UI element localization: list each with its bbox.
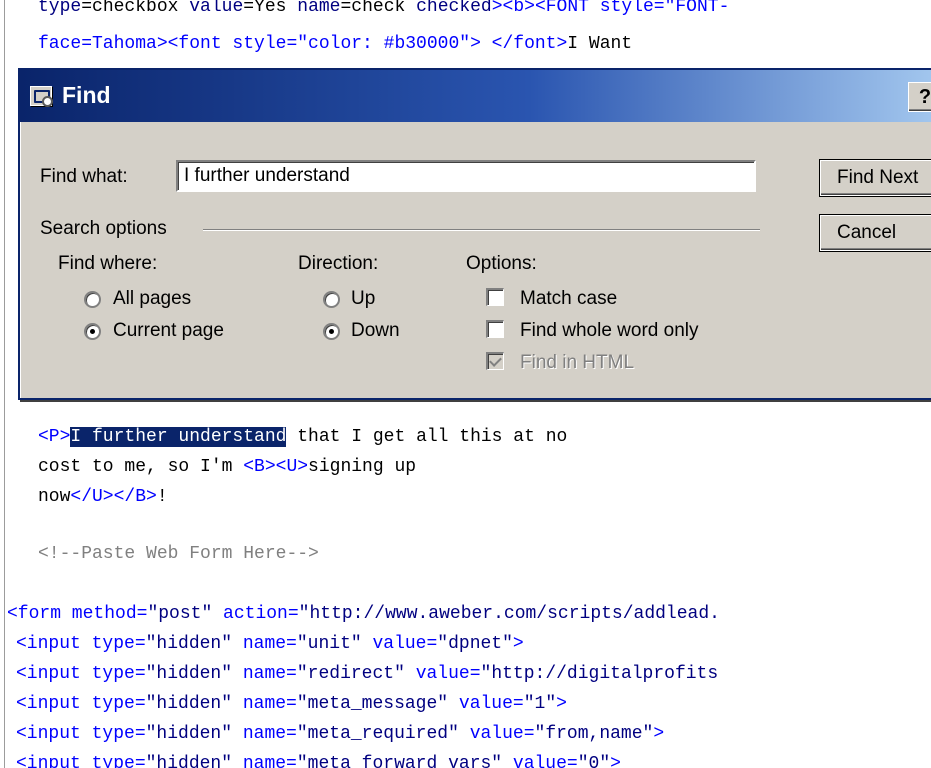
dialog-title: Find [62,82,111,108]
code-token: name= [232,664,297,684]
direction-down-label[interactable]: Down [351,320,400,342]
code-line: <!--Paste Web Form Here--> [38,543,319,565]
direction-up-label[interactable]: Up [351,288,375,310]
code-token: =Yes [243,0,298,17]
help-button[interactable]: ? [908,82,931,112]
code-token: <input type= [16,634,146,654]
whole-word-checkbox[interactable] [486,320,504,338]
code-token: value= [458,724,535,744]
code-line: cost to me, so I'm <B><U>signing up [38,456,416,478]
code-token: =check [340,0,417,17]
code-token: value= [361,634,438,654]
code-token: <input type= [16,724,146,744]
code-token: <input type= [16,664,146,684]
code-token: > [610,754,621,768]
match-case-checkbox[interactable] [486,288,504,306]
code-token: action= [212,604,299,624]
find-what-input[interactable] [176,160,756,192]
code-token: name= [232,724,297,744]
code-line: <input type="hidden" name="meta_forward_… [16,753,621,768]
find-where-all-pages-label[interactable]: All pages [113,288,191,310]
code-token: "unit" [296,634,362,654]
code-line: <input type="hidden" name="redirect" val… [16,663,718,685]
code-token: "hidden" [145,664,233,684]
code-token: "hidden" [145,694,233,714]
code-token: "meta_message" [296,694,449,714]
code-line: <input type="hidden" name="unit" value="… [16,633,524,655]
code-token: <form method= [7,604,148,624]
code-token: "http://digitalprofits [480,664,719,684]
find-in-html-label: Find in HTML [520,352,635,373]
code-token: "1" [523,694,557,714]
direction-label: Direction: [298,253,379,274]
dialog-titlebar[interactable]: Find ? [20,70,931,122]
find-what-label: Find what: [40,166,128,187]
direction-down-radio[interactable] [323,323,340,340]
code-token: > [556,694,567,714]
code-token: </U></B> [70,487,157,507]
code-token: "from,name" [534,724,654,744]
code-token: "meta_forward_vars" [296,754,503,768]
direction-up-radio[interactable] [323,291,340,308]
code-token: "hidden" [145,724,233,744]
code-token: <input type= [16,754,146,768]
code-line: <P>I further understand that I get all t… [38,426,567,448]
code-token: value= [502,754,578,768]
search-match-highlight: I further understand [70,427,287,447]
code-token: =checkbox [81,0,190,17]
code-token: I Want [567,34,633,54]
search-options-divider [203,229,760,231]
find-where-label: Find where: [58,253,158,274]
code-token: <!--Paste Web Form Here--> [38,544,319,564]
code-line: type=checkbox value=Yes name=check check… [38,0,729,18]
find-dialog-icon [30,86,53,107]
code-token: now [38,487,71,507]
find-where-current-page-radio[interactable] [84,323,101,340]
code-token: ><b><FONT style="FONT- [491,0,730,17]
find-where-current-page-label[interactable]: Current page [113,320,224,342]
find-next-button[interactable]: Find Next [820,160,931,196]
editor-left-border [0,0,5,768]
code-token: <B><U> [243,457,309,477]
options-label: Options: [466,253,537,274]
code-token: "hidden" [145,634,233,654]
match-case-label[interactable]: Match case [520,288,617,310]
find-where-all-pages-radio[interactable] [84,291,101,308]
code-token: <input type= [16,694,146,714]
code-token: > [512,634,524,654]
code-token: > [653,724,665,744]
code-token: face=Tahoma><font style="color: #b30000"… [38,34,568,54]
code-token: signing up [308,457,417,477]
code-token: value= [448,694,524,714]
code-token: "meta_required" [296,724,459,744]
cancel-button[interactable]: Cancel [820,215,931,251]
code-token: ! [156,487,168,507]
code-token: "http://www.aweber.com/scripts/addlead. [298,604,720,624]
code-token: <P> [38,427,71,447]
code-token: name= [232,634,297,654]
code-token: value= [404,664,481,684]
code-token: type [38,0,82,17]
code-token: "redirect" [296,664,405,684]
code-token: value [189,0,244,17]
code-token: "0" [577,754,611,768]
code-line: face=Tahoma><font style="color: #b30000"… [38,33,632,55]
code-token: "hidden" [145,754,233,768]
code-token: name= [232,694,297,714]
code-line: now</U></B>! [38,486,168,508]
code-token: cost to me, so I'm [38,457,244,477]
code-token: "dpnet" [437,634,513,654]
find-in-html-checkbox [486,352,504,370]
code-token: checked [416,0,492,17]
code-token: name [297,0,341,17]
search-options-label: Search options [40,218,167,239]
code-line: <input type="hidden" name="meta_required… [16,723,664,745]
find-dialog: Find ? Find what: Search options Find wh… [18,68,931,400]
code-token: "post" [147,604,213,624]
whole-word-label[interactable]: Find whole word only [520,320,698,342]
code-token: name= [232,754,297,768]
code-line: <input type="hidden" name="meta_message"… [16,693,567,715]
code-line: <form method="post" action="http://www.a… [7,603,720,625]
code-token: that I get all this at no [286,427,568,447]
